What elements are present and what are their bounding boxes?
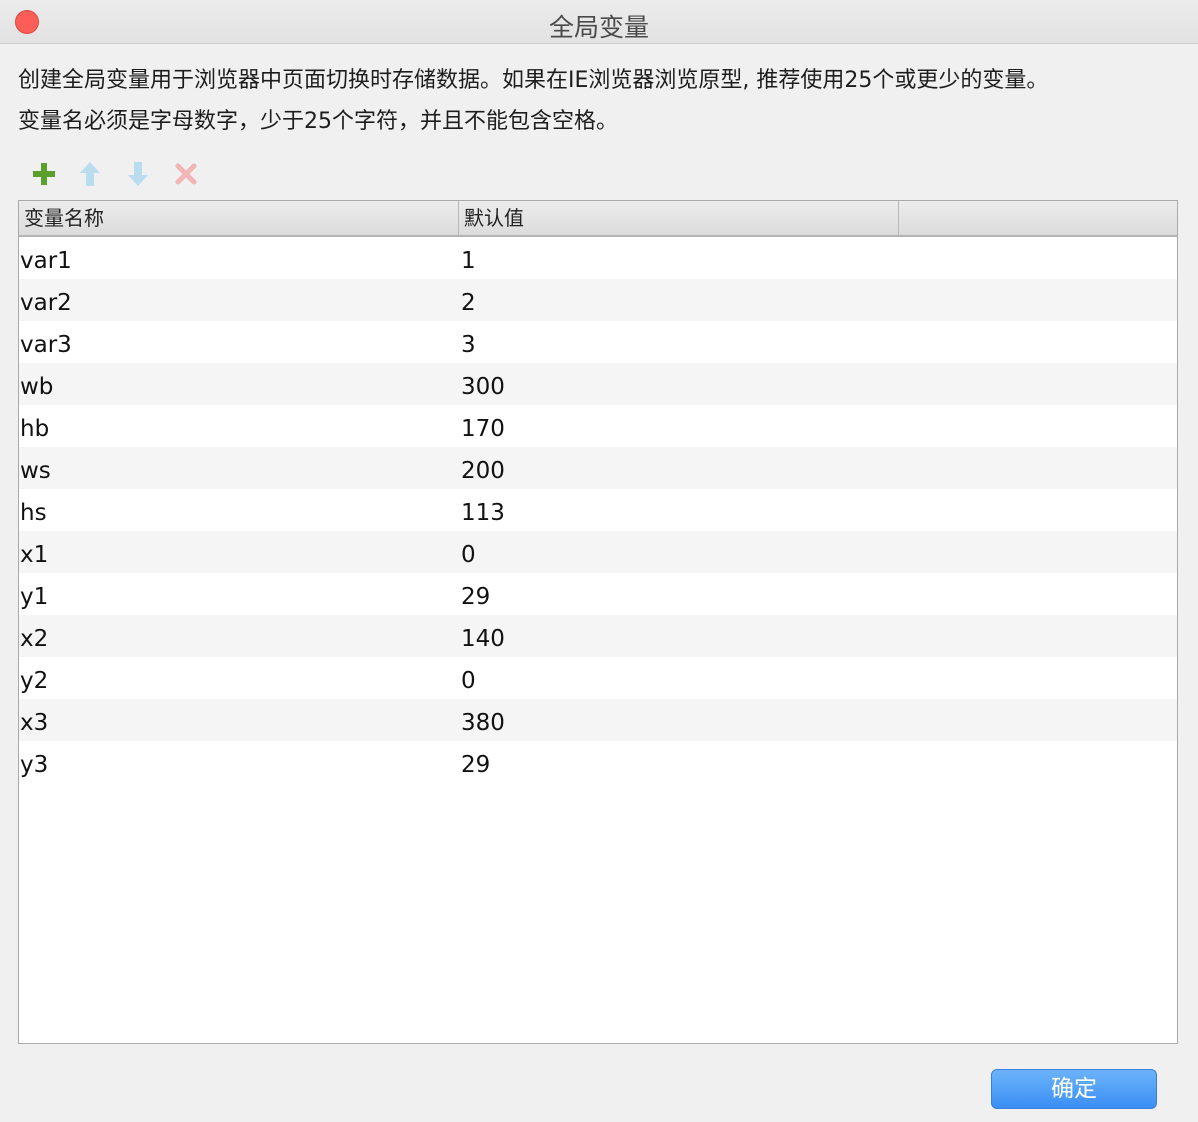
variable-name-cell[interactable]: x3: [20, 699, 48, 741]
ok-button[interactable]: 确定: [991, 1069, 1157, 1109]
default-value-cell[interactable]: 0: [461, 531, 476, 573]
table-row[interactable]: hb 170: [19, 405, 1177, 447]
description-line-2: 变量名必须是字母数字，少于25个字符，并且不能包含空格。: [18, 109, 618, 134]
default-value-cell[interactable]: 29: [461, 573, 490, 615]
variable-name-cell[interactable]: ws: [20, 447, 51, 489]
variable-name-cell[interactable]: y2: [20, 657, 48, 699]
table-row[interactable]: ws 200: [19, 447, 1177, 489]
default-value-cell[interactable]: 1: [461, 237, 476, 279]
variable-name-cell[interactable]: var3: [20, 321, 72, 363]
title-bar: 全局变量: [0, 0, 1198, 44]
variable-name-cell[interactable]: hb: [20, 405, 49, 447]
delete-icon: [175, 163, 197, 185]
table-row[interactable]: var3 3: [19, 321, 1177, 363]
table-body: var1 1 var2 2 var3 3 wb 300 hb 170 ws 200 hs 113 x1 0 y1…: [19, 237, 1177, 783]
add-variable-button[interactable]: [28, 158, 60, 190]
table-row[interactable]: x2 140: [19, 615, 1177, 657]
move-up-button[interactable]: [74, 158, 106, 190]
variable-name-cell[interactable]: var2: [20, 279, 72, 321]
table-row[interactable]: y2 0: [19, 657, 1177, 699]
table-row[interactable]: x3 380: [19, 699, 1177, 741]
default-value-cell[interactable]: 2: [461, 279, 476, 321]
table-row[interactable]: y1 29: [19, 573, 1177, 615]
variable-name-cell[interactable]: var1: [20, 237, 72, 279]
variable-name-cell[interactable]: x2: [20, 615, 48, 657]
default-value-cell[interactable]: 3: [461, 321, 476, 363]
table-row[interactable]: y3 29: [19, 741, 1177, 783]
default-value-cell[interactable]: 200: [461, 447, 505, 489]
add-icon: [33, 163, 55, 185]
description: 创建全局变量用于浏览器中页面切换时存储数据。如果在IE浏览器浏览原型, 推荐使用…: [18, 60, 1178, 142]
variable-name-cell[interactable]: wb: [20, 363, 53, 405]
table-row[interactable]: var2 2: [19, 279, 1177, 321]
default-value-cell[interactable]: 170: [461, 405, 505, 447]
table-row[interactable]: x1 0: [19, 531, 1177, 573]
column-header-variable-name[interactable]: 变量名称: [19, 201, 459, 235]
default-value-cell[interactable]: 113: [461, 489, 505, 531]
delete-variable-button[interactable]: [170, 158, 202, 190]
move-down-button[interactable]: [122, 158, 154, 190]
column-header-blank: [899, 201, 1177, 235]
default-value-cell[interactable]: 0: [461, 657, 476, 699]
move-up-icon: [80, 162, 100, 186]
table-row[interactable]: var1 1: [19, 237, 1177, 279]
variables-table: 变量名称 默认值 var1 1 var2 2 var3 3 wb 300 hb 170 ws 200 h…: [18, 200, 1178, 1044]
variable-name-cell[interactable]: y1: [20, 573, 48, 615]
table-header: 变量名称 默认值: [19, 201, 1177, 237]
variable-name-cell[interactable]: x1: [20, 531, 48, 573]
table-row[interactable]: hs 113: [19, 489, 1177, 531]
move-down-icon: [128, 162, 148, 186]
variable-name-cell[interactable]: hs: [20, 489, 47, 531]
default-value-cell[interactable]: 300: [461, 363, 505, 405]
variable-name-cell[interactable]: y3: [20, 741, 48, 783]
default-value-cell[interactable]: 29: [461, 741, 490, 783]
description-line-1: 创建全局变量用于浏览器中页面切换时存储数据。如果在IE浏览器浏览原型, 推荐使用…: [18, 68, 1049, 93]
window-title: 全局变量: [548, 13, 649, 42]
table-row[interactable]: wb 300: [19, 363, 1177, 405]
default-value-cell[interactable]: 380: [461, 699, 505, 741]
column-header-default-value[interactable]: 默认值: [459, 201, 899, 235]
default-value-cell[interactable]: 140: [461, 615, 505, 657]
